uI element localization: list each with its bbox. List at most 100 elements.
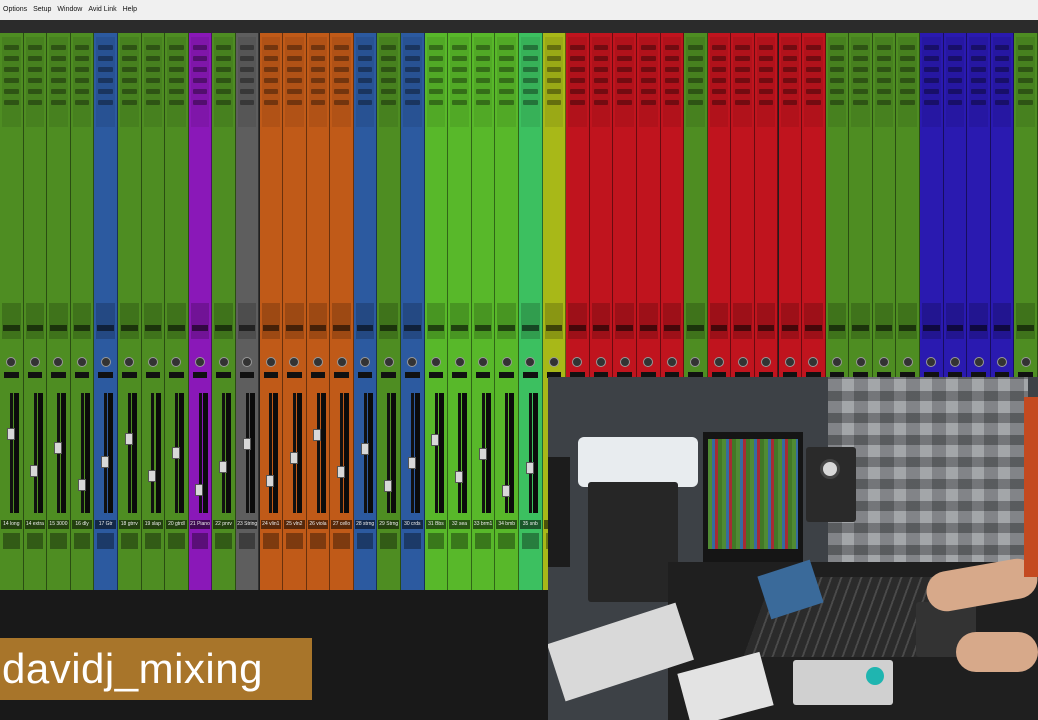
insert-slot[interactable] — [452, 56, 467, 61]
automation-mode[interactable] — [309, 325, 327, 331]
automation-mode[interactable] — [805, 325, 822, 331]
insert-slot[interactable] — [4, 100, 19, 105]
insert-slots[interactable] — [143, 37, 163, 127]
insert-slot[interactable] — [428, 56, 444, 61]
track-name[interactable]: 27 cello — [331, 520, 352, 529]
insert-slot[interactable] — [971, 100, 986, 105]
insert-slot[interactable] — [593, 78, 609, 83]
insert-slot[interactable] — [782, 89, 798, 94]
pan-knob-icon[interactable] — [879, 357, 890, 367]
pan-knob-icon[interactable] — [29, 357, 40, 367]
insert-slot[interactable] — [523, 89, 538, 94]
io-selector[interactable] — [473, 303, 493, 339]
pan-knob-icon[interactable] — [690, 357, 701, 367]
insert-slot[interactable] — [806, 67, 821, 72]
pan-knob-icon[interactable] — [525, 357, 536, 367]
insert-slot[interactable] — [475, 78, 491, 83]
insert-slot[interactable] — [853, 67, 868, 72]
automation-mode[interactable] — [710, 325, 728, 331]
insert-slot[interactable] — [169, 100, 184, 105]
pan-knob-icon[interactable] — [147, 357, 158, 367]
insert-slot[interactable] — [452, 100, 467, 105]
insert-slot[interactable] — [853, 56, 868, 61]
pan-knob-icon[interactable] — [100, 357, 111, 367]
insert-slot[interactable] — [971, 45, 986, 50]
track-name[interactable]: 16 dly — [71, 520, 93, 529]
io-selector[interactable] — [756, 303, 776, 339]
insert-slot[interactable] — [452, 67, 467, 72]
insert-slot[interactable] — [475, 100, 491, 105]
insert-slot[interactable] — [640, 78, 656, 83]
pan-knob-icon[interactable] — [666, 357, 677, 367]
insert-slots[interactable] — [827, 37, 847, 127]
insert-slot[interactable] — [263, 45, 279, 50]
automation-mode[interactable] — [380, 325, 398, 331]
io-selector[interactable] — [379, 303, 399, 339]
track-name[interactable]: 23 String — [236, 520, 258, 529]
insert-slot[interactable] — [947, 45, 963, 50]
track-name[interactable]: 25 vln2 — [284, 520, 305, 529]
insert-slot[interactable] — [169, 45, 184, 50]
channel-strip[interactable]: 18 gtrrv — [117, 33, 142, 590]
insert-slot[interactable] — [475, 45, 491, 50]
menu-help[interactable]: Help — [120, 0, 140, 20]
insert-slot[interactable] — [145, 45, 161, 50]
fader-handle[interactable] — [289, 452, 298, 464]
insert-slot[interactable] — [593, 100, 609, 105]
fader-track[interactable] — [340, 393, 344, 513]
insert-slot[interactable] — [688, 45, 703, 50]
insert-slot[interactable] — [688, 89, 703, 94]
insert-slot[interactable] — [263, 89, 279, 94]
insert-slots[interactable] — [403, 37, 422, 127]
insert-slot[interactable] — [806, 56, 821, 61]
insert-slot[interactable] — [900, 89, 916, 94]
insert-slots[interactable] — [638, 37, 658, 127]
pan-knob-icon[interactable] — [53, 357, 64, 367]
insert-slot[interactable] — [27, 67, 43, 72]
automation-mode[interactable] — [26, 325, 44, 331]
insert-slot[interactable] — [876, 89, 892, 94]
insert-slot[interactable] — [829, 45, 845, 50]
insert-slot[interactable] — [239, 67, 255, 72]
insert-slot[interactable] — [711, 56, 727, 61]
fader-handle[interactable] — [360, 443, 369, 455]
pan-knob-icon[interactable] — [407, 357, 418, 367]
insert-slot[interactable] — [758, 78, 774, 83]
channel-strip[interactable]: 26 viola — [306, 33, 331, 590]
io-selector[interactable] — [686, 303, 705, 339]
fader-track[interactable] — [434, 393, 438, 513]
automation-mode[interactable] — [592, 325, 610, 331]
insert-slot[interactable] — [570, 45, 585, 50]
io-selector[interactable] — [190, 303, 210, 339]
fader-handle[interactable] — [77, 479, 86, 491]
fader-handle[interactable] — [525, 462, 534, 474]
automation-mode[interactable] — [639, 325, 657, 331]
channel-strip[interactable]: 27 cello — [330, 33, 354, 590]
insert-slot[interactable] — [735, 45, 750, 50]
pan-knob-icon[interactable] — [949, 357, 960, 367]
insert-slot[interactable] — [428, 45, 444, 50]
automation-mode[interactable] — [852, 325, 869, 331]
pan-knob-icon[interactable] — [855, 357, 866, 367]
automation-mode[interactable] — [970, 325, 987, 331]
fader-handle[interactable] — [171, 447, 180, 459]
fader-track[interactable] — [80, 393, 84, 513]
insert-slot[interactable] — [51, 100, 66, 105]
insert-slot[interactable] — [51, 89, 66, 94]
pan-knob-icon[interactable] — [77, 357, 88, 367]
fader-track[interactable] — [528, 393, 532, 513]
channel-strip[interactable]: 34 bmb — [495, 33, 519, 590]
insert-slot[interactable] — [664, 89, 680, 94]
insert-slot[interactable] — [664, 100, 680, 105]
insert-slot[interactable] — [381, 89, 397, 94]
insert-slot[interactable] — [876, 78, 892, 83]
insert-slot[interactable] — [263, 67, 279, 72]
insert-slot[interactable] — [853, 78, 868, 83]
insert-slot[interactable] — [287, 45, 302, 50]
insert-slot[interactable] — [405, 56, 420, 61]
track-name[interactable]: 30 crds — [402, 520, 423, 529]
fader-track[interactable] — [33, 393, 37, 513]
insert-slot[interactable] — [546, 56, 562, 61]
insert-slot[interactable] — [169, 89, 184, 94]
insert-slot[interactable] — [405, 67, 420, 72]
